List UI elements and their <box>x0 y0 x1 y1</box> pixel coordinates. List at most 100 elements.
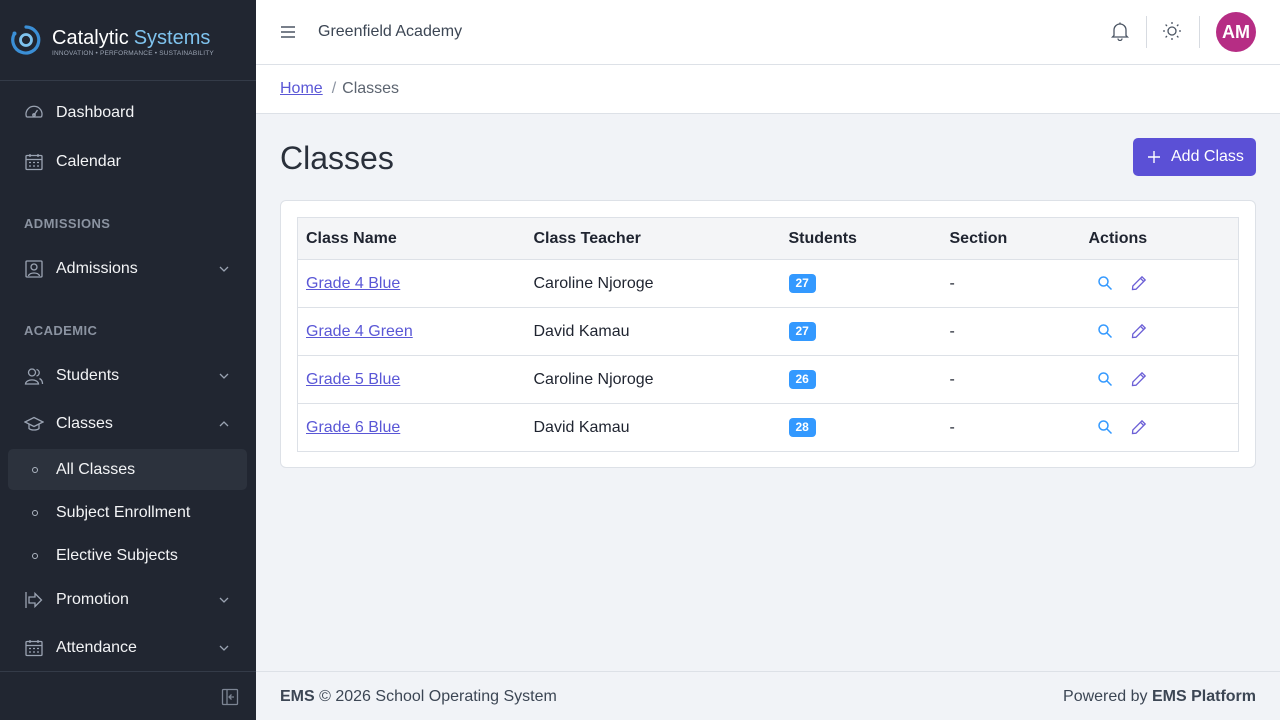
view-search-icon[interactable] <box>1097 275 1113 291</box>
user-id-icon <box>25 260 43 278</box>
actions-cell <box>1080 355 1239 404</box>
edit-pencil-icon[interactable] <box>1131 323 1147 339</box>
class-name-link[interactable]: Grade 6 Blue <box>306 419 400 436</box>
sidebar-section-admissions: ADMISSIONS <box>24 216 111 231</box>
table-row: Grade 4 Blue Caroline Njoroge 27 - <box>297 259 1239 308</box>
theme-toggle-sun-icon[interactable] <box>1162 21 1182 41</box>
breadcrumb-home-link[interactable]: Home <box>280 80 323 97</box>
sidebar-item-label: Classes <box>56 415 113 432</box>
table-row: Grade 6 Blue David Kamau 28 - <box>297 403 1239 452</box>
school-name: Greenfield Academy <box>318 23 463 40</box>
table-header-row: Class Name Class Teacher Students Sectio… <box>297 217 1239 260</box>
class-name-cell: Grade 6 Blue <box>297 403 526 452</box>
sidebar-item-classes[interactable]: Classes <box>8 403 247 445</box>
students-cell: 27 <box>780 307 942 356</box>
class-name-link[interactable]: Grade 4 Blue <box>306 275 400 292</box>
footer-powered-prefix: Powered by <box>1063 688 1148 705</box>
breadcrumb: Home / Classes <box>280 80 399 98</box>
actions-cell <box>1080 259 1239 308</box>
sidebar-subitem-label: Subject Enrollment <box>56 504 191 521</box>
edit-pencil-icon[interactable] <box>1131 419 1147 435</box>
sidebar-item-admissions[interactable]: Admissions <box>8 248 247 290</box>
class-name-cell: Grade 4 Green <box>297 307 526 356</box>
chevron-down-icon <box>219 597 229 603</box>
class-name-link[interactable]: Grade 4 Green <box>306 323 413 340</box>
actions-cell <box>1080 403 1239 452</box>
brand-name: Catalytic Systems <box>52 26 210 50</box>
top-header: Greenfield Academy AM <box>256 0 1280 65</box>
actions-cell <box>1080 307 1239 356</box>
class-teacher-cell: David Kamau <box>525 307 781 356</box>
hamburger-menu-icon[interactable] <box>280 24 296 40</box>
section-cell: - <box>941 355 1081 404</box>
students-count-badge: 27 <box>788 274 816 293</box>
arrow-right-icon <box>25 591 43 609</box>
view-search-icon[interactable] <box>1097 419 1113 435</box>
sidebar-subitem-subject-enrollment[interactable]: Subject Enrollment <box>8 492 247 533</box>
header-divider <box>1199 16 1200 48</box>
footer-copyright: EMS © 2026 School Operating System <box>280 688 557 706</box>
brand-name-secondary: Systems <box>133 27 211 49</box>
students-count-badge: 27 <box>788 322 816 341</box>
chevron-down-icon <box>219 373 229 379</box>
sidebar-subitem-label: All Classes <box>56 461 136 478</box>
column-header-class-teacher: Class Teacher <box>525 217 781 260</box>
section-cell: - <box>941 403 1081 452</box>
class-name-cell: Grade 5 Blue <box>297 355 526 404</box>
column-header-actions: Actions <box>1080 217 1239 260</box>
calendar-icon <box>25 640 43 657</box>
bell-icon[interactable] <box>1111 21 1129 41</box>
sidebar-subitem-elective-subjects[interactable]: Elective Subjects <box>8 535 247 576</box>
chevron-down-icon <box>219 266 229 272</box>
students-cell: 28 <box>780 403 942 452</box>
add-class-label: Add Class <box>1171 148 1244 165</box>
sidebar-item-label: Calendar <box>56 153 121 170</box>
sidebar-item-promotion[interactable]: Promotion <box>8 579 247 621</box>
chevron-up-icon <box>219 421 229 427</box>
sidebar-subitem-all-classes[interactable]: All Classes <box>8 449 247 490</box>
class-name-cell: Grade 4 Blue <box>297 259 526 308</box>
section-cell: - <box>941 259 1081 308</box>
collapse-sidebar-icon[interactable] <box>221 688 239 706</box>
table-row: Grade 5 Blue Caroline Njoroge 26 - <box>297 355 1239 404</box>
sidebar-item-label: Dashboard <box>56 104 135 121</box>
edit-pencil-icon[interactable] <box>1131 371 1147 387</box>
view-search-icon[interactable] <box>1097 371 1113 387</box>
sidebar-footer <box>0 671 256 720</box>
classes-card: Class Name Class Teacher Students Sectio… <box>280 200 1256 468</box>
footer-platform-name: EMS Platform <box>1151 688 1256 705</box>
section-cell: - <box>941 307 1081 356</box>
edit-pencil-icon[interactable] <box>1131 275 1147 291</box>
bullet-icon <box>32 510 38 516</box>
sidebar-item-attendance[interactable]: Attendance <box>8 627 247 669</box>
breadcrumb-current: Classes <box>342 80 400 97</box>
footer-powered-by: Powered by EMS Platform <box>1063 688 1256 706</box>
class-teacher-cell: David Kamau <box>525 403 781 452</box>
brand: Catalytic Systems INNOVATION • PERFORMANC… <box>0 0 256 81</box>
sidebar-item-label: Admissions <box>56 260 138 277</box>
sidebar: Catalytic Systems INNOVATION • PERFORMANC… <box>0 0 256 720</box>
brand-tagline: INNOVATION • PERFORMANCE • SUSTAINABILIT… <box>52 50 214 57</box>
classes-table: Class Name Class Teacher Students Sectio… <box>297 217 1239 452</box>
add-class-button[interactable]: Add Class <box>1133 138 1256 176</box>
graduation-cap-icon <box>24 416 44 431</box>
column-header-section: Section <box>941 217 1081 260</box>
footer-brand: EMS <box>280 688 315 705</box>
class-teacher-cell: Caroline Njoroge <box>525 355 781 404</box>
view-search-icon[interactable] <box>1097 323 1113 339</box>
students-cell: 27 <box>780 259 942 308</box>
sidebar-item-calendar[interactable]: Calendar <box>8 141 247 183</box>
footer-copyright-text: © 2026 School Operating System <box>319 688 557 705</box>
sidebar-item-students[interactable]: Students <box>8 355 247 397</box>
avatar[interactable]: AM <box>1216 12 1256 52</box>
sidebar-item-dashboard[interactable]: Dashboard <box>8 92 247 134</box>
sidebar-item-label: Students <box>56 367 120 384</box>
brand-name-primary: Catalytic <box>52 27 129 49</box>
column-header-class-name: Class Name <box>297 217 526 260</box>
class-teacher-cell: Caroline Njoroge <box>525 259 781 308</box>
page-title: Classes <box>280 140 394 176</box>
header-divider <box>1146 16 1147 48</box>
class-name-link[interactable]: Grade 5 Blue <box>306 371 400 388</box>
breadcrumb-separator: / <box>331 80 337 97</box>
calendar-icon <box>25 154 43 171</box>
